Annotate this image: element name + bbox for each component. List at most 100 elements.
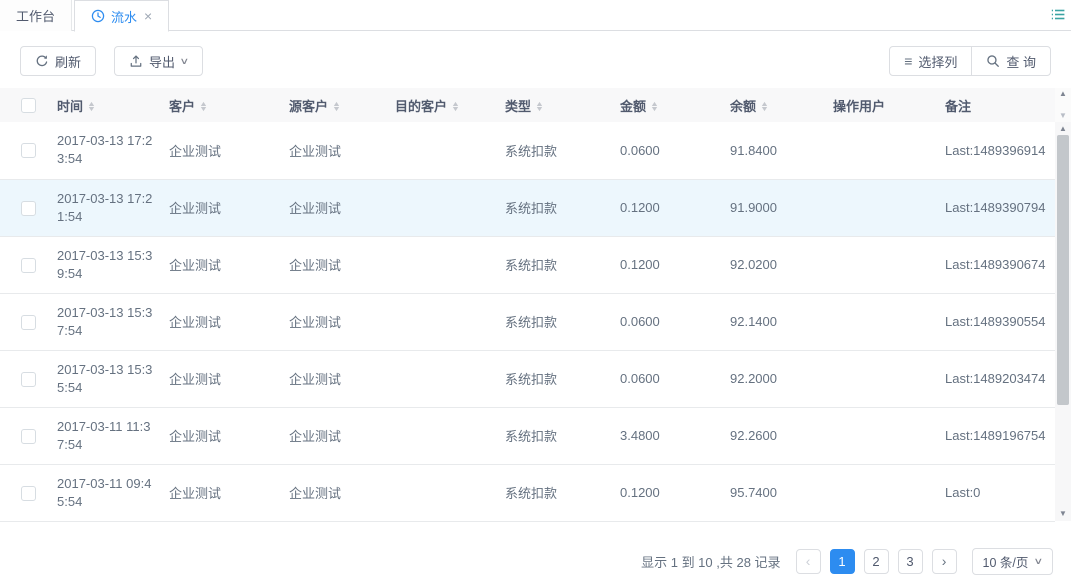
cell-remark: Last:1489203474 <box>945 350 1055 407</box>
cell-balance: 92.1400 <box>730 293 833 350</box>
cell-remark: Last:0 <box>945 464 1055 521</box>
header-scrollbar[interactable]: ▲ ▼ <box>1055 88 1071 122</box>
cell-balance: 92.2000 <box>730 350 833 407</box>
sort-icon[interactable]: ▲▼ <box>333 102 340 112</box>
tab-flow[interactable]: 流水 × <box>74 0 169 32</box>
row-checkbox[interactable] <box>21 429 36 444</box>
column-header-operator: 操作用户 <box>833 88 945 122</box>
query-button[interactable]: 查 询 <box>971 46 1051 76</box>
cell-dest <box>395 293 505 350</box>
prev-page-button[interactable]: ‹ <box>796 549 821 574</box>
cell-type: 系统扣款 <box>505 464 620 521</box>
select-all-checkbox[interactable] <box>21 98 36 113</box>
export-label: 导出 <box>149 52 175 71</box>
cell-source: 企业测试 <box>289 350 395 407</box>
cell-operator <box>833 179 945 236</box>
cell-time: 2017-03-13 17:21:54 <box>57 179 169 236</box>
column-header-remark: 备注 <box>945 88 1055 122</box>
column-header-time[interactable]: 时间▲▼ <box>57 88 169 122</box>
table-row[interactable]: 2017-03-13 17:23:54 企业测试 企业测试 系统扣款 0.060… <box>0 122 1055 179</box>
table-row[interactable]: 2017-03-11 09:45:54 企业测试 企业测试 系统扣款 0.120… <box>0 464 1055 521</box>
scroll-down-icon[interactable]: ▼ <box>1055 112 1071 120</box>
page-button-3[interactable]: 3 <box>898 549 923 574</box>
column-header-dest[interactable]: 目的客户▲▼ <box>395 88 505 122</box>
cell-balance: 95.7400 <box>730 464 833 521</box>
column-header-customer[interactable]: 客户▲▼ <box>169 88 289 122</box>
cell-amount: 0.1200 <box>620 236 730 293</box>
cell-dest <box>395 122 505 179</box>
sort-icon[interactable]: ▲▼ <box>452 102 459 112</box>
sort-icon[interactable]: ▲▼ <box>200 102 207 112</box>
cell-operator <box>833 293 945 350</box>
cell-amount: 0.0600 <box>620 122 730 179</box>
chevron-down-icon: ∨ <box>1034 556 1044 567</box>
cell-dest <box>395 350 505 407</box>
column-header-amount[interactable]: 金额▲▼ <box>620 88 730 122</box>
cell-source: 企业测试 <box>289 464 395 521</box>
cell-dest <box>395 464 505 521</box>
cell-time: 2017-03-13 15:35:54 <box>57 350 169 407</box>
row-checkbox[interactable] <box>21 315 36 330</box>
table-row[interactable]: 2017-03-11 11:37:54 企业测试 企业测试 系统扣款 3.480… <box>0 407 1055 464</box>
cell-customer: 企业测试 <box>169 179 289 236</box>
cell-type: 系统扣款 <box>505 350 620 407</box>
tab-list-icon[interactable] <box>1051 8 1065 21</box>
sort-icon[interactable]: ▲▼ <box>651 102 658 112</box>
cell-dest <box>395 179 505 236</box>
cell-amount: 0.0600 <box>620 350 730 407</box>
page-size-label: 10 条/页 <box>983 552 1029 571</box>
cell-customer: 企业测试 <box>169 350 289 407</box>
table-row[interactable]: 2017-03-13 15:37:54 企业测试 企业测试 系统扣款 0.060… <box>0 293 1055 350</box>
scroll-up-icon[interactable]: ▲ <box>1055 125 1071 133</box>
cell-type: 系统扣款 <box>505 179 620 236</box>
cell-customer: 企业测试 <box>169 236 289 293</box>
cell-type: 系统扣款 <box>505 236 620 293</box>
transactions-table: 时间▲▼ 客户▲▼ 源客户▲▼ 目的客户▲▼ 类型▲▼ 金额▲▼ 余额▲▼ 操作… <box>0 88 1055 522</box>
refresh-label: 刷新 <box>55 52 81 71</box>
next-page-button[interactable]: › <box>932 549 957 574</box>
sort-icon[interactable]: ▲▼ <box>88 102 95 112</box>
search-icon <box>986 54 1000 68</box>
row-checkbox[interactable] <box>21 486 36 501</box>
table-row[interactable]: 2017-03-13 15:35:54 企业测试 企业测试 系统扣款 0.060… <box>0 350 1055 407</box>
cell-operator <box>833 236 945 293</box>
column-header-source[interactable]: 源客户▲▼ <box>289 88 395 122</box>
select-columns-label: 选择列 <box>918 52 957 71</box>
row-checkbox[interactable] <box>21 143 36 158</box>
pagination: 显示 1 到 10 ,共 28 记录 ‹ 1 2 3 › 10 条/页 ∨ <box>641 547 1053 575</box>
cell-amount: 0.0600 <box>620 293 730 350</box>
toolbar: 刷新 导出 ∨ ≡ 选择列 查 询 <box>0 32 1071 88</box>
cell-customer: 企业测试 <box>169 407 289 464</box>
page-size-select[interactable]: 10 条/页 ∨ <box>972 548 1053 575</box>
cell-time: 2017-03-13 15:39:54 <box>57 236 169 293</box>
table-row[interactable]: 2017-03-13 15:39:54 企业测试 企业测试 系统扣款 0.120… <box>0 236 1055 293</box>
cell-source: 企业测试 <box>289 122 395 179</box>
row-checkbox[interactable] <box>21 201 36 216</box>
sort-icon[interactable]: ▲▼ <box>536 102 543 112</box>
cell-operator <box>833 464 945 521</box>
scroll-down-icon[interactable]: ▼ <box>1055 510 1071 518</box>
column-header-type[interactable]: 类型▲▼ <box>505 88 620 122</box>
close-icon[interactable]: × <box>144 9 152 23</box>
scrollbar-thumb[interactable] <box>1057 135 1069 405</box>
select-columns-button[interactable]: ≡ 选择列 <box>889 46 972 76</box>
page-button-2[interactable]: 2 <box>864 549 889 574</box>
export-button[interactable]: 导出 ∨ <box>114 46 203 76</box>
tab-flow-label: 流水 <box>111 7 137 26</box>
page-button-1[interactable]: 1 <box>830 549 855 574</box>
refresh-button[interactable]: 刷新 <box>20 46 96 76</box>
tab-bar: 工作台 流水 × <box>0 0 1071 31</box>
row-checkbox[interactable] <box>21 258 36 273</box>
cell-balance: 92.0200 <box>730 236 833 293</box>
cell-type: 系统扣款 <box>505 293 620 350</box>
cell-amount: 3.4800 <box>620 407 730 464</box>
cell-dest <box>395 236 505 293</box>
cell-source: 企业测试 <box>289 236 395 293</box>
column-header-balance[interactable]: 余额▲▼ <box>730 88 833 122</box>
sort-icon[interactable]: ▲▼ <box>761 102 768 112</box>
table-scrollbar[interactable]: ▲ ▼ <box>1055 122 1071 521</box>
scroll-up-icon[interactable]: ▲ <box>1055 90 1071 98</box>
table-row[interactable]: 2017-03-13 17:21:54 企业测试 企业测试 系统扣款 0.120… <box>0 179 1055 236</box>
row-checkbox[interactable] <box>21 372 36 387</box>
tab-workbench[interactable]: 工作台 <box>0 0 72 31</box>
